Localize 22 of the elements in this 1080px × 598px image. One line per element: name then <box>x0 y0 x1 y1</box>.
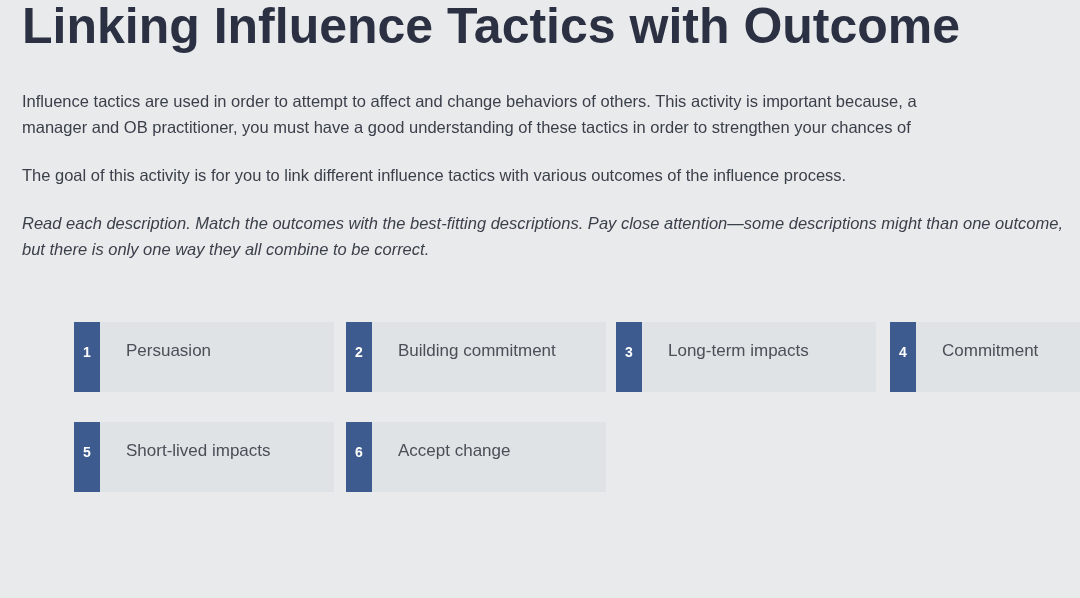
card-label: Commitment <box>942 340 1040 362</box>
number-tab: 2 <box>346 322 372 392</box>
outcome-card[interactable]: 2 Building commitment <box>346 322 606 392</box>
paragraph: Read each description. Match the outcomes with the best-fitting descriptions. Pay close attention—some descriptions might than one outcome, but there is only one way they all combine to be correct. <box>22 213 1064 260</box>
card-label: Short-lived impacts <box>126 440 272 462</box>
card-label: Long-term impacts <box>668 340 810 362</box>
outcome-card[interactable]: 5 Short-lived impacts <box>74 422 334 492</box>
page-title: Linking Influence Tactics with Outcome <box>22 0 962 52</box>
number-tab: 1 <box>74 322 100 392</box>
number-tab: 6 <box>346 422 372 492</box>
outcome-card[interactable]: 3 Long-term impacts <box>616 322 876 392</box>
number-tab: 3 <box>616 322 642 392</box>
number-tab: 5 <box>74 422 100 492</box>
paragraph: Influence tactics are used in order to attempt to affect and change behaviors of others. This activity is important because, a manager and OB practitioner, you must have a good understanding of these tactics in order to strengthen your chances of <box>22 91 918 138</box>
card-label: Persuasion <box>126 340 213 362</box>
outcome-card[interactable]: 4 Commitment <box>890 322 1080 392</box>
outcome-card[interactable]: 6 Accept change <box>346 422 606 492</box>
card-label: Building commitment <box>398 340 557 362</box>
paragraph: The goal of this activity is for you to link different influence tactics with various outcomes of the influence process. <box>22 165 848 186</box>
card-label: Accept change <box>398 440 512 462</box>
number-tab: 4 <box>890 322 916 392</box>
outcome-card[interactable]: 1 Persuasion <box>74 322 334 392</box>
